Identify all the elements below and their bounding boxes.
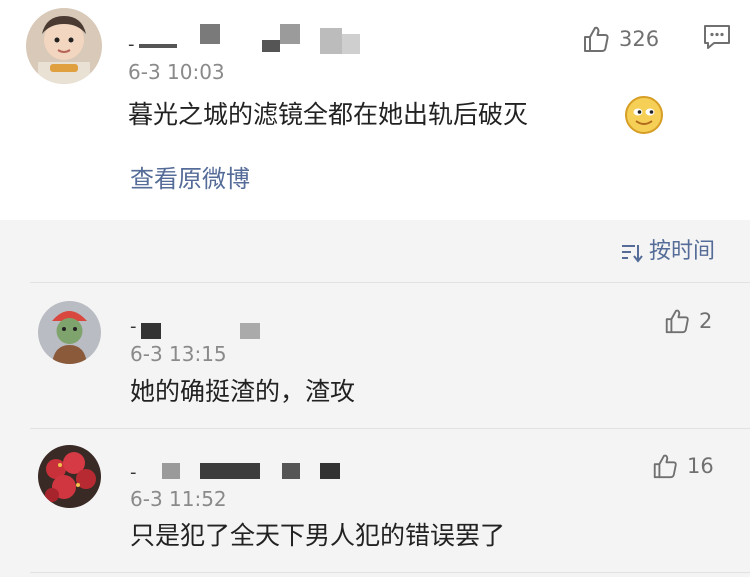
- thumbs-up-icon: [584, 26, 609, 52]
- divider: [30, 572, 750, 573]
- divider: [30, 428, 750, 429]
- main-username[interactable]: -: [128, 36, 135, 54]
- main-like-button[interactable]: 326: [581, 24, 659, 54]
- reply-avatar[interactable]: [38, 301, 101, 364]
- reply-avatar[interactable]: [38, 445, 101, 508]
- reply-like-button[interactable]: 2: [663, 307, 712, 335]
- reply-like-button[interactable]: 16: [651, 452, 714, 480]
- comment-icon[interactable]: [702, 23, 732, 51]
- main-like-count: 326: [619, 27, 660, 51]
- reply-text: 她的确挺渣的，渣攻: [130, 377, 356, 406]
- main-comment: - 6-3 10:03 暮光之城的滤镜全都在她出轨后破灭 326 查看原微博: [0, 0, 750, 220]
- view-original-weibo-link[interactable]: 查看原微博: [130, 164, 250, 194]
- main-comment-text: 暮光之城的滤镜全都在她出轨后破灭: [128, 100, 529, 129]
- reply-username[interactable]: -: [130, 318, 137, 336]
- thumbs-up-icon: [665, 309, 689, 334]
- sort-label: 按时间: [649, 239, 716, 264]
- divider: [30, 282, 750, 283]
- reply-username[interactable]: -: [130, 464, 137, 482]
- doge-emoji-icon: [625, 96, 663, 134]
- reply-time: 6-3 11:52: [130, 487, 227, 511]
- reply-like-count: 16: [687, 454, 714, 478]
- main-comment-avatar[interactable]: [26, 8, 102, 84]
- replies-section: 按时间 - 6-3 13:15 她的确挺渣的，渣攻 2 - 6-3 11:52 …: [0, 220, 750, 577]
- thumbs-up-icon: [653, 454, 677, 479]
- reply-text: 只是犯了全天下男人犯的错误罢了: [130, 521, 506, 550]
- sort-icon: [622, 245, 643, 263]
- sort-by-time-button[interactable]: 按时间: [619, 238, 715, 266]
- reply-like-count: 2: [699, 309, 713, 333]
- main-comment-time: 6-3 10:03: [128, 60, 225, 84]
- reply-time: 6-3 13:15: [130, 342, 227, 366]
